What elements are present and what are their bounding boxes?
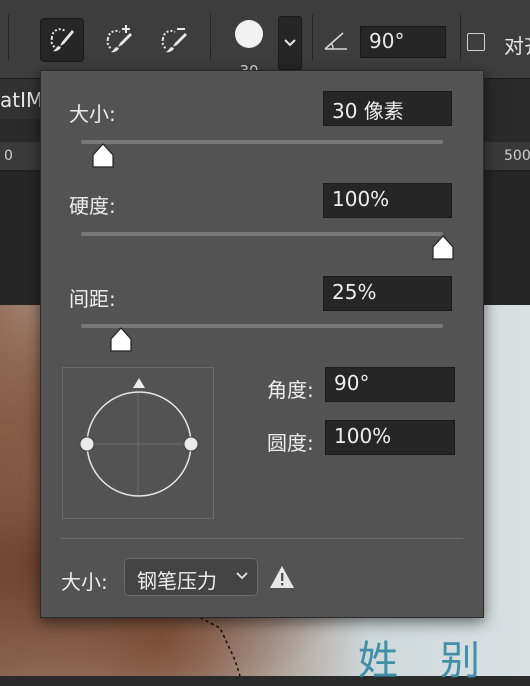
options-bar: 30 90° 对齐 xyxy=(0,0,530,80)
document-tab-label: atIM xyxy=(0,88,40,112)
pen-control-label: 大小: xyxy=(61,570,108,594)
separator xyxy=(8,14,9,60)
brush-add-button[interactable] xyxy=(99,18,141,60)
divider xyxy=(61,538,463,539)
pen-pressure-select[interactable]: 钢笔压力 xyxy=(124,558,258,596)
roundness-label: 圆度: xyxy=(267,431,314,455)
hardness-label: 硬度: xyxy=(69,194,116,218)
angle-icon xyxy=(324,32,347,50)
brush-select-icon xyxy=(50,28,74,52)
angle-input[interactable]: 90° xyxy=(360,26,446,58)
size-slider-thumb[interactable] xyxy=(91,143,115,169)
ruler-label-0: 0 xyxy=(4,148,13,164)
separator xyxy=(460,14,461,60)
brush-add-icon xyxy=(106,25,132,53)
size-input[interactable]: 30 像素 xyxy=(323,91,452,126)
canvas-text-char: 姓 xyxy=(358,638,398,684)
spacing-label: 间距: xyxy=(69,287,116,311)
separator xyxy=(312,14,313,60)
align-label: 对齐 xyxy=(504,34,530,58)
brush-settings-panel: 大小: 30 像素 硬度: 100% 间距: 25% 角度: 90° 圆度: 1… xyxy=(40,70,484,618)
roundness-input[interactable]: 100% xyxy=(325,420,455,455)
hardness-slider-track[interactable] xyxy=(81,232,443,236)
angle-field[interactable]: 90° xyxy=(325,367,455,402)
pen-pressure-value: 钢笔压力 xyxy=(137,569,217,593)
brush-subtract-icon xyxy=(161,28,187,53)
angle-arrow-icon xyxy=(133,378,145,388)
brush-preset-picker[interactable]: 30 xyxy=(226,12,272,80)
roundness-handle-left xyxy=(79,436,95,452)
spacing-input[interactable]: 25% xyxy=(323,276,452,311)
brush-shape-preview xyxy=(79,378,199,497)
spacing-slider-thumb[interactable] xyxy=(109,327,133,353)
chevron-down-icon xyxy=(284,39,296,47)
brush-select-button[interactable] xyxy=(40,18,84,62)
size-slider-track[interactable] xyxy=(81,140,443,144)
brush-subtract-button[interactable] xyxy=(154,18,196,60)
brush-tip-icon xyxy=(235,20,263,48)
align-checkbox[interactable] xyxy=(467,33,485,51)
chevron-down-icon xyxy=(236,572,248,580)
spacing-slider-track[interactable] xyxy=(81,324,443,328)
canvas-text-char: 别 xyxy=(440,638,480,684)
separator xyxy=(210,14,211,60)
hardness-slider-thumb[interactable] xyxy=(431,235,455,261)
brush-dropdown-button[interactable] xyxy=(278,16,302,70)
warning-icon[interactable] xyxy=(269,565,295,589)
angle-label: 角度: xyxy=(267,378,314,402)
ruler-label-500: 500 xyxy=(504,148,530,164)
size-label: 大小: xyxy=(69,102,116,126)
roundness-handle-right xyxy=(183,436,199,452)
angle-roundness-preview[interactable] xyxy=(62,367,214,519)
hardness-input[interactable]: 100% xyxy=(323,183,452,218)
